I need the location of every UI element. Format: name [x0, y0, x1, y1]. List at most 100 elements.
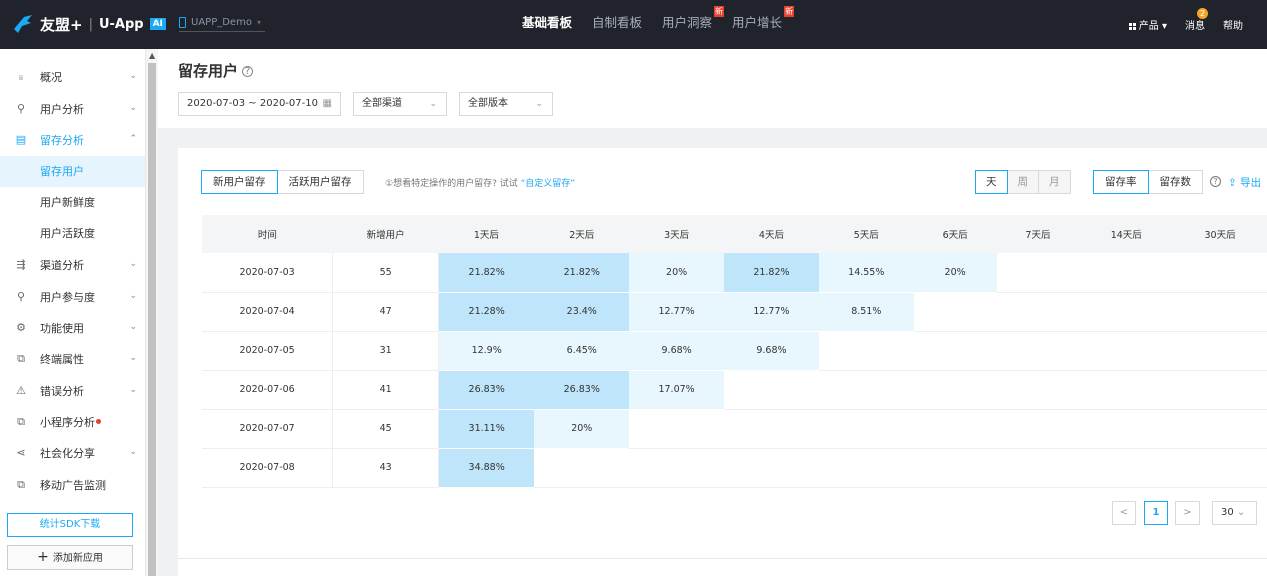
next-page-button[interactable]: > — [1175, 501, 1200, 525]
retention-rate-cell[interactable]: 21.82% — [724, 253, 819, 293]
messages-link[interactable]: 消息 2 — [1185, 8, 1208, 32]
retention-rate-cell[interactable]: 14.55% — [818, 253, 914, 293]
tab-active-user-retention[interactable]: 活跃用户留存 — [276, 170, 364, 194]
tab-custom-board[interactable]: 自制看板 — [582, 0, 652, 49]
retention-rate-cell[interactable]: 23.4% — [534, 292, 630, 332]
period-week-button[interactable]: 周 — [1006, 170, 1039, 194]
column-header: 2天后 — [534, 215, 630, 253]
tab-user-insight[interactable]: 用户洞察新 — [652, 0, 725, 49]
help-link[interactable]: 帮助 — [1223, 17, 1243, 32]
retention-rate-cell[interactable]: 12.77% — [724, 292, 819, 332]
brand-separator: | — [88, 16, 93, 32]
chevron-down-icon: ⌄ — [129, 447, 137, 457]
sidebar-item-label: 小程序分析 — [40, 415, 95, 429]
sidebar-item-error[interactable]: ⚠ 错误分析 ⌄ — [0, 375, 145, 406]
sidebar-item-feature-usage[interactable]: ⚙ 功能使用 ⌄ — [0, 312, 145, 343]
table-row: 2020-07-05 31 12.9% 6.45% 9.68% 9.68% — [202, 331, 1267, 371]
retention-rate-cell — [913, 331, 997, 371]
sidebar-item-channel[interactable]: ⇶ 渠道分析 ⌄ — [0, 249, 145, 280]
date-cell: 2020-07-03 — [202, 253, 334, 293]
retention-rate-cell[interactable]: 20% — [534, 409, 630, 449]
sidebar-subitem-user-activity[interactable]: 用户活跃度 — [0, 218, 145, 249]
retention-rate-cell[interactable]: 21.28% — [438, 292, 535, 332]
period-day-button[interactable]: 天 — [975, 170, 1008, 194]
retention-rate-cell[interactable]: 21.82% — [534, 253, 630, 293]
retention-rate-cell[interactable]: 26.83% — [534, 370, 630, 410]
sidebar-item-engagement[interactable]: ⚲ 用户参与度 ⌄ — [0, 281, 145, 312]
scrollbar-thumb[interactable] — [148, 63, 156, 576]
tab-basic-board[interactable]: 基础看板 — [512, 0, 582, 49]
sidebar-item-social-share[interactable]: ⋖ 社会化分享 ⌄ — [0, 437, 145, 468]
version-select[interactable]: 全部版本 ⌄ — [459, 92, 553, 116]
sidebar-item-overview[interactable]: ᵢᵢ 概况 ⌄ — [0, 61, 145, 92]
column-header: 3天后 — [629, 215, 725, 253]
retention-rate-cell — [818, 448, 914, 488]
sidebar-item-label: 用户分析 — [40, 102, 84, 116]
grid-icon — [1128, 22, 1136, 30]
retention-count-button[interactable]: 留存数 — [1147, 170, 1203, 194]
retention-rate-cell — [1173, 253, 1267, 293]
sidebar-scrollbar[interactable]: ▲ — [145, 49, 158, 576]
retention-rate-cell[interactable]: 6.45% — [534, 331, 630, 371]
table-row: 2020-07-07 45 31.11% 20% — [202, 409, 1267, 449]
retention-rate-cell[interactable]: 34.88% — [438, 448, 535, 488]
channel-select[interactable]: 全部渠道 ⌄ — [353, 92, 447, 116]
retention-rate-cell[interactable]: 9.68% — [724, 331, 819, 371]
sidebar-item-user-analysis[interactable]: ⚲ 用户分析 ⌄ — [0, 93, 145, 124]
column-header: 14天后 — [1079, 215, 1174, 253]
umeng-logo[interactable]: 友盟+ | U-App AI — [12, 12, 166, 36]
export-label: 导出 — [1240, 177, 1262, 189]
period-month-button[interactable]: 月 — [1038, 170, 1071, 194]
retention-rate-cell — [913, 370, 997, 410]
ad-icon: ⧉ — [17, 477, 25, 491]
custom-retention-link[interactable]: “自定义留存” — [521, 179, 575, 189]
prev-page-button[interactable]: < — [1112, 501, 1136, 525]
export-button[interactable]: ⇪ 导出 — [1228, 175, 1261, 190]
app-selector[interactable]: UAPP_Demo ▾ — [179, 14, 265, 32]
retention-rate-cell[interactable]: 21.82% — [438, 253, 535, 293]
sidebar-subitem-retained-users[interactable]: 留存用户 — [0, 156, 145, 187]
retention-rate-cell[interactable]: 17.07% — [629, 370, 725, 410]
retention-rate-cell — [1079, 292, 1174, 332]
retention-rate-cell — [724, 370, 819, 410]
sidebar-item-miniapp[interactable]: ⧉ 小程序分析 — [0, 406, 145, 437]
user-analysis-icon: ⚲ — [16, 102, 26, 115]
tab-user-growth[interactable]: 用户增长新 — [722, 0, 795, 49]
sdk-download-button[interactable]: 统计SDK下载 — [7, 513, 133, 537]
retention-rate-cell[interactable]: 20% — [629, 253, 725, 293]
retention-rate-cell[interactable]: 12.77% — [629, 292, 725, 332]
retention-rate-cell[interactable]: 9.68% — [629, 331, 725, 371]
date-cell: 2020-07-08 — [202, 448, 334, 488]
date-cell: 2020-07-07 — [202, 409, 334, 449]
sidebar-subitem-user-freshness[interactable]: 用户新鲜度 — [0, 187, 145, 218]
retention-rate-cell[interactable]: 31.11% — [438, 409, 535, 449]
retention-rate-button[interactable]: 留存率 — [1093, 170, 1149, 194]
help-icon[interactable]: ? — [242, 66, 254, 77]
retention-rate-cell — [1079, 253, 1174, 293]
date-cell: 2020-07-04 — [202, 292, 334, 332]
retention-rate-cell — [818, 370, 914, 410]
column-header: 1天后 — [438, 215, 535, 253]
sidebar-item-ad-monitor[interactable]: ⧉ 移动广告监测 — [0, 469, 145, 500]
add-app-label: 添加新应用 — [52, 553, 103, 564]
retention-rate-cell — [629, 448, 725, 488]
add-app-button[interactable]: + 添加新应用 — [7, 545, 133, 570]
sidebar-item-retention[interactable]: ▤ 留存分析 ⌃ — [0, 124, 145, 155]
help-icon[interactable]: ? — [1210, 176, 1221, 187]
retention-rate-cell[interactable]: 26.83% — [438, 370, 535, 410]
sidebar: ᵢᵢ 概况 ⌄ ⚲ 用户分析 ⌄ ▤ 留存分析 ⌃ 留存用户 用户新鲜度 用户活跃度 ⇶ 渠道… — [0, 49, 145, 576]
page-size-select[interactable]: 30 ⌄ — [1212, 501, 1257, 525]
scroll-up-icon[interactable]: ▲ — [149, 51, 155, 60]
page-number-button[interactable]: 1 — [1144, 501, 1168, 525]
top-right-menu: 产品 ▾ 消息 2 帮助 — [1128, 0, 1243, 49]
tab-new-user-retention[interactable]: 新用户留存 — [201, 170, 278, 194]
retention-rate-cell[interactable]: 8.51% — [818, 292, 914, 332]
products-menu[interactable]: 产品 ▾ — [1128, 17, 1167, 32]
hint-text: ①想看特定操作的用户留存? 试试 — [385, 179, 518, 189]
retention-rate-cell[interactable]: 12.9% — [438, 331, 535, 371]
column-header: 30天后 — [1173, 215, 1267, 253]
date-range-picker[interactable]: 2020-07-03 ~ 2020-07-10 ▦ — [178, 92, 341, 116]
sidebar-item-device[interactable]: ⧉ 终端属性 ⌄ — [0, 343, 145, 374]
retention-rate-cell — [1173, 409, 1267, 449]
retention-rate-cell[interactable]: 20% — [913, 253, 997, 293]
